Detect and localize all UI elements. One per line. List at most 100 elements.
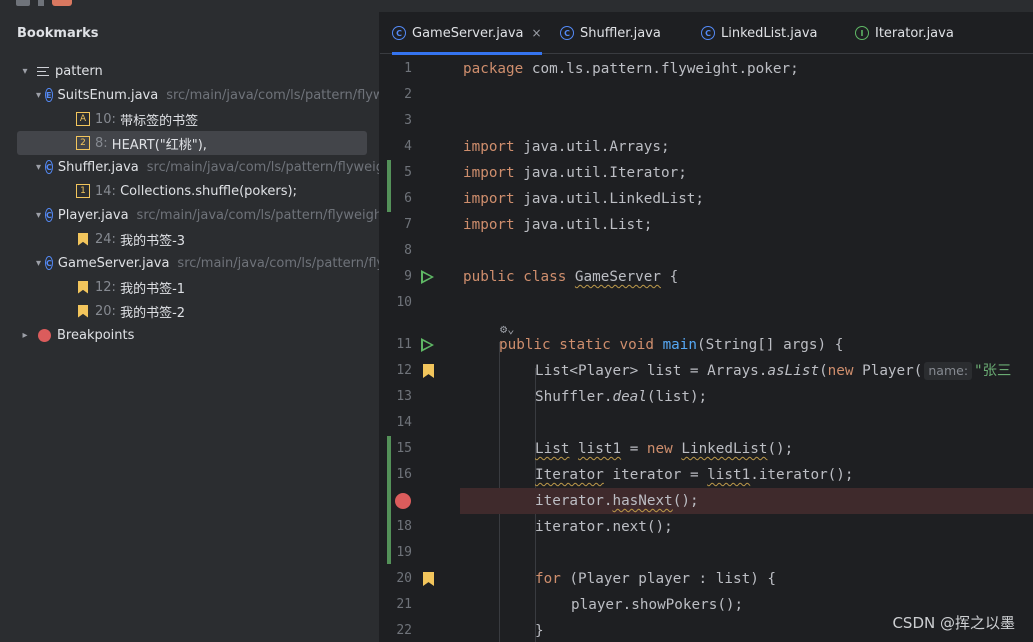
bookmark-icon: [78, 280, 88, 294]
code-text: List<Player> list = Arrays.asList(new Pl…: [535, 362, 1012, 380]
line-number: 2: [404, 87, 412, 102]
line-number: 11: [396, 337, 412, 352]
tab-linkedlist[interactable]: C LinkedList.java: [701, 12, 818, 54]
code-text: player.showPokers();: [571, 597, 744, 613]
code-line: 8: [380, 238, 1033, 264]
bookmarks-panel: Bookmarks ▾ pattern ▾ E SuitsEnum.java s…: [0, 12, 380, 642]
code-text: for (Player player : list) {: [535, 571, 777, 587]
line-number: 12: [396, 363, 412, 378]
file-name: Player.java: [57, 207, 129, 223]
mnemonic-bookmark-icon: 1: [76, 184, 90, 198]
bookmark-text: 带标签的书签: [120, 113, 199, 129]
bookmarks-tree: ▾ pattern ▾ E SuitsEnum.java src/main/ja…: [0, 59, 380, 347]
code-text: package com.ls.pattern.flyweight.poker;: [463, 61, 799, 77]
line-number: 5: [404, 165, 412, 180]
chevron-down-icon[interactable]: ▾: [36, 90, 41, 101]
bookmark-entry[interactable]: 20: 我的书签-2: [0, 299, 379, 323]
tree-node-file[interactable]: ▾ C Player.java src/main/java/com/ls/pat…: [0, 203, 379, 227]
file-path: src/main/java/com/ls/pattern/flyweight/p…: [177, 255, 379, 271]
line-number: 7: [404, 217, 412, 232]
code-line: 18 iterator.next();: [380, 514, 1033, 540]
tree-node-package[interactable]: ▾ pattern: [0, 59, 379, 83]
chevron-down-icon[interactable]: ▾: [17, 66, 33, 77]
bookmark-icon: [78, 304, 88, 318]
line-number: 15: [396, 441, 412, 456]
bookmark-text: Collections.shuffle(pokers);: [120, 183, 297, 199]
code-text: }: [535, 623, 544, 639]
code-line: 15 List list1 = new LinkedList();: [380, 436, 1033, 462]
mnemonic-bookmark-icon: 2: [76, 136, 90, 150]
package-label: pattern: [55, 63, 103, 79]
code-line: 3: [380, 108, 1033, 134]
code-line: 10: [380, 290, 1033, 316]
breakpoint-gutter-icon[interactable]: [392, 488, 416, 514]
code-line: 1 package com.ls.pattern.flyweight.poker…: [380, 56, 1033, 82]
run-gutter-icon[interactable]: [416, 332, 440, 358]
line-number: 9: [404, 269, 412, 284]
code-text: import java.util.List;: [463, 217, 653, 233]
bookmark-line: 14:: [95, 183, 116, 199]
code-line: 9 public class GameServer {: [380, 264, 1033, 290]
bookmark-line: 8:: [95, 135, 108, 151]
interface-icon: I: [855, 26, 869, 40]
bookmark-line: 24:: [95, 231, 116, 247]
code-text: iterator.next();: [535, 519, 673, 535]
bookmark-entry[interactable]: A 10: 带标签的书签: [0, 107, 379, 131]
bookmark-gutter-icon[interactable]: [416, 358, 440, 384]
project-badge-icon[interactable]: [52, 0, 72, 6]
bookmark-line: 12:: [95, 279, 116, 295]
line-number: 14: [396, 415, 412, 430]
tab-label: LinkedList.java: [721, 25, 818, 41]
close-icon[interactable]: ×: [532, 26, 542, 40]
bookmark-line: 10:: [95, 111, 116, 127]
line-number: 13: [396, 389, 412, 404]
code-line: 16 Iterator iterator = list1.iterator();: [380, 462, 1033, 488]
class-icon: C: [45, 256, 53, 270]
tree-node-file[interactable]: ▾ C GameServer.java src/main/java/com/ls…: [0, 251, 379, 275]
code-text: public class GameServer {: [463, 269, 679, 285]
chevron-right-icon[interactable]: ▸: [17, 330, 33, 341]
class-icon: C: [45, 208, 53, 222]
bookmark-text: 我的书签-1: [120, 281, 186, 297]
class-icon: C: [560, 26, 574, 40]
editor-tabs: C GameServer.java × C Shuffler.java C Li…: [380, 12, 1033, 55]
bookmark-text: HEART("红桃"),: [111, 137, 207, 153]
bookmark-entry[interactable]: 12: 我的书签-1: [0, 275, 379, 299]
tree-node-file[interactable]: ▾ C Shuffler.java src/main/java/com/ls/p…: [0, 155, 379, 179]
chevron-down-icon[interactable]: ▾: [36, 162, 41, 173]
tab-gameserver[interactable]: C GameServer.java ×: [392, 12, 542, 55]
line-number: 6: [404, 191, 412, 206]
window-title-strip: [0, 0, 1033, 12]
bookmark-text: 我的书签-3: [120, 233, 186, 249]
code-text: List list1 = new LinkedList();: [535, 441, 794, 457]
bookmark-entry[interactable]: 1 14: Collections.shuffle(pokers);: [0, 179, 379, 203]
package-icon: [37, 66, 51, 77]
code-editor: C GameServer.java × C Shuffler.java C Li…: [380, 12, 1033, 642]
tab-shuffler[interactable]: C Shuffler.java: [560, 12, 661, 54]
code-text: public static void main(String[] args) {: [499, 337, 844, 353]
param-hint: name:: [924, 362, 973, 380]
bookmark-entry-selected[interactable]: 2 8: HEART("红桃"),: [17, 131, 367, 155]
class-icon: C: [392, 26, 406, 40]
code-line: 6 import java.util.LinkedList;: [380, 186, 1033, 212]
code-area[interactable]: 1 package com.ls.pattern.flyweight.poker…: [380, 56, 1033, 642]
chevron-down-icon[interactable]: ▾: [36, 258, 41, 269]
code-text: import java.util.LinkedList;: [463, 191, 705, 207]
menu-icon[interactable]: [16, 0, 30, 6]
code-line: 7 import java.util.List;: [380, 212, 1033, 238]
run-gutter-icon[interactable]: [416, 264, 440, 290]
tab-iterator[interactable]: I Iterator.java: [855, 12, 954, 54]
file-path: src/main/java/com/ls/pattern/flyweight/p…: [166, 87, 380, 103]
bookmark-entry[interactable]: 24: 我的书签-3: [0, 227, 379, 251]
panel-title: Bookmarks: [17, 26, 99, 41]
code-text: Iterator iterator = list1.iterator();: [535, 467, 854, 483]
tree-node-breakpoints[interactable]: ▸ Breakpoints: [0, 323, 379, 347]
code-line: 12 List<Player> list = Arrays.asList(new…: [380, 358, 1033, 384]
line-number: 1: [404, 61, 412, 76]
code-line: 4 import java.util.Arrays;: [380, 134, 1033, 160]
tree-node-file[interactable]: ▾ E SuitsEnum.java src/main/java/com/ls/…: [0, 83, 380, 107]
code-line: 13 Shuffler.deal(list);: [380, 384, 1033, 410]
bookmark-gutter-icon[interactable]: [416, 566, 440, 592]
code-line: 19: [380, 540, 1033, 566]
chevron-down-icon[interactable]: ▾: [36, 210, 41, 221]
